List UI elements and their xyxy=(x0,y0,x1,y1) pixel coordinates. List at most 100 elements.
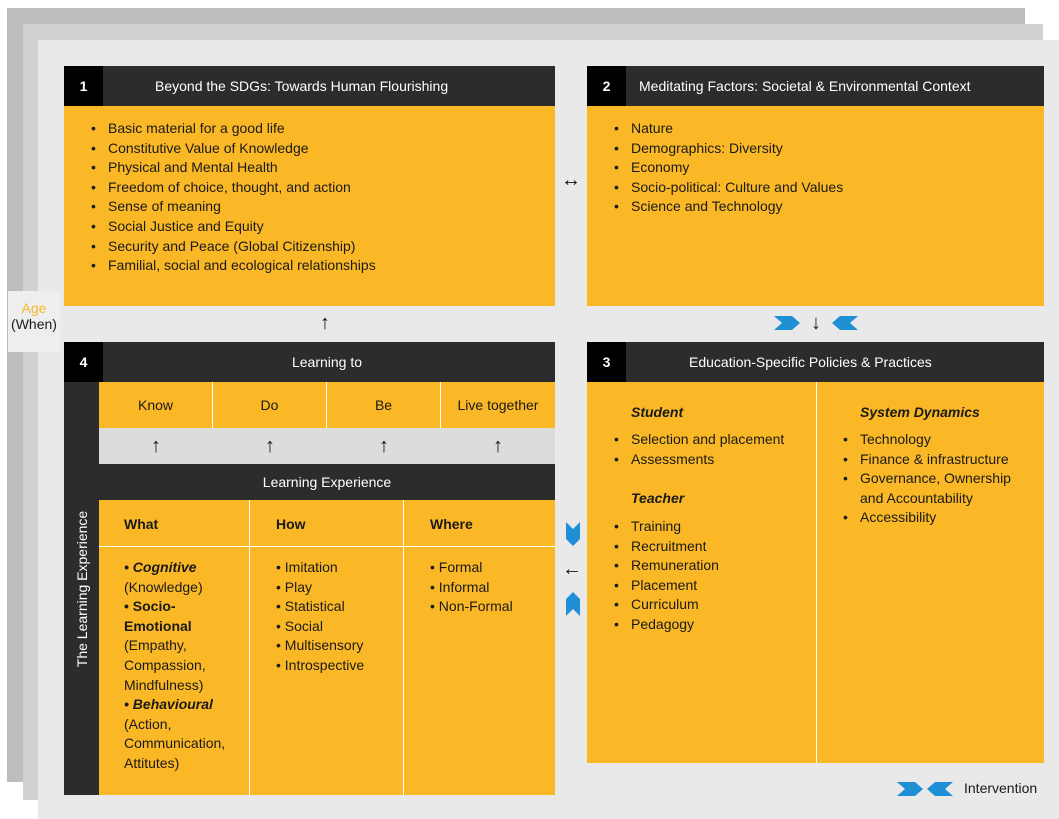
what-emotional: Emotional xyxy=(124,617,192,634)
left-arrow-3-to-4: ← xyxy=(562,557,582,580)
teacher-item: Curriculum xyxy=(614,595,719,615)
panel-3-number: 3 xyxy=(587,342,626,382)
what-socio: Socio- xyxy=(132,598,176,615)
how-item: • Introspective xyxy=(276,656,365,673)
system-dynamics-heading: System Dynamics xyxy=(860,404,980,420)
panel-1-item: Freedom of choice, thought, and action xyxy=(91,178,376,198)
how-list: • Imitation • Play • Statistical • Social • … xyxy=(276,558,364,676)
teacher-item: Remuneration xyxy=(614,556,719,576)
what-cognitive: Cognitive xyxy=(132,559,197,575)
what-action: (Action, xyxy=(124,715,172,732)
system-item: Finance & infrastructure xyxy=(843,450,1011,470)
age-when-label: Age (When) xyxy=(8,291,60,352)
panel-1-item: Physical and Mental Health xyxy=(91,158,376,178)
teacher-heading: Teacher xyxy=(631,490,685,506)
panel-2-item: Nature xyxy=(614,119,843,139)
what-attitutes: Attitutes) xyxy=(124,754,180,771)
panel-1-item: Sense of meaning xyxy=(91,197,376,217)
panel-2-list: NatureDemographics: DiversityEconomySoci… xyxy=(614,119,843,217)
what-compassion: Compassion, xyxy=(124,656,206,673)
panel-1-title: Beyond the SDGs: Towards Human Flourishi… xyxy=(155,78,449,94)
pillar-live-together: Live together xyxy=(441,382,555,428)
panel-2-item: Science and Technology xyxy=(614,197,843,217)
pillar-be: Be xyxy=(327,382,441,428)
how-item: • Statistical xyxy=(276,598,345,615)
how-item-text: Play xyxy=(284,578,313,595)
panel-1-list: Basic material for a good lifeConstituti… xyxy=(91,119,376,276)
panel-1-item: Familial, social and ecological relation… xyxy=(91,256,376,276)
panel-1-number: 1 xyxy=(64,66,103,106)
what-list: • Cognitive (Knowledge) • Socio- Emotion… xyxy=(124,558,248,774)
intervention-chevron-up-icon xyxy=(566,592,580,616)
learning-experience-body: What How Where • Cognitive (Knowledge) •… xyxy=(99,500,555,795)
pillar-arrow-do: ↑ xyxy=(265,434,275,457)
bidirectional-arrow: ↔ xyxy=(561,168,581,191)
panel-3-divider xyxy=(816,382,817,763)
intervention-chevron-right-icon xyxy=(774,316,800,330)
pillar-arrows-row: ↑ ↑ ↑ ↑ xyxy=(99,428,555,464)
panel-2-body: NatureDemographics: DiversityEconomySoci… xyxy=(587,106,1044,306)
where-item-text: Non-Formal xyxy=(438,598,513,615)
system-item: Technology xyxy=(843,430,1011,450)
how-item: • Imitation xyxy=(276,559,338,575)
pillar-do: Do xyxy=(213,382,327,428)
teacher-item: Recruitment xyxy=(614,537,719,557)
how-item-text: Social xyxy=(284,617,323,634)
pillar-arrow-know: ↑ xyxy=(151,434,161,457)
panel-3-body: Student Selection and placementAssessmen… xyxy=(587,382,1044,763)
pillar-arrow-be: ↑ xyxy=(379,434,389,457)
panel-4-header: 4 Learning to xyxy=(64,342,555,382)
legend-label: Intervention xyxy=(964,780,1038,796)
age-label: Age xyxy=(21,300,47,316)
panel-2-title: Meditating Factors: Societal & Environme… xyxy=(639,78,971,94)
system-item: Accessibility xyxy=(843,508,1011,528)
panel-1-item: Security and Peace (Global Citizenship) xyxy=(91,237,376,257)
student-item: Assessments xyxy=(614,450,784,470)
how-item-text: Multisensory xyxy=(284,637,364,654)
intervention-chevron-down-icon xyxy=(566,522,580,546)
what-empathy: (Empathy, xyxy=(124,637,187,654)
panel-3-header: 3 Education-Specific Policies & Practice… xyxy=(587,342,1044,382)
how-item-text: Introspective xyxy=(284,656,365,673)
teacher-item: Pedagogy xyxy=(614,615,719,635)
pillar-arrow-live-together: ↑ xyxy=(493,434,503,457)
learning-experience-vertical-label: The Learning Experience xyxy=(64,382,99,795)
system-item: Governance, Ownership xyxy=(843,469,1011,489)
down-arrow-2-to-3: ↓ xyxy=(811,311,821,334)
where-item-text: Informal xyxy=(438,578,490,595)
legend-chevron-left-icon xyxy=(927,782,953,796)
how-item-text: Statistical xyxy=(284,598,345,615)
what-mindfulness: Mindfulness) xyxy=(124,676,204,693)
how-item: • Play xyxy=(276,578,313,595)
panel-2-header: 2 Meditating Factors: Societal & Environ… xyxy=(587,66,1044,106)
legend-chevron-right-icon xyxy=(897,782,923,796)
what-knowledge: (Knowledge) xyxy=(124,578,203,595)
how-item: • Multisensory xyxy=(276,637,364,654)
vertical-label-text: The Learning Experience xyxy=(73,510,90,667)
intervention-chevron-left-icon xyxy=(832,316,858,330)
where-heading: Where xyxy=(430,516,473,532)
teacher-list: TrainingRecruitmentRemunerationPlacement… xyxy=(614,517,719,635)
panel-4-title: Learning to xyxy=(291,354,363,370)
what-heading: What xyxy=(124,516,159,532)
teacher-item: Placement xyxy=(614,576,719,596)
panel-1-header: 1 Beyond the SDGs: Towards Human Flouris… xyxy=(64,66,555,106)
where-item: • Informal xyxy=(430,578,490,595)
where-list: • Formal • Informal • Non-Formal xyxy=(430,558,513,617)
panel-2-number: 2 xyxy=(587,66,626,106)
panel-2-item: Socio-political: Culture and Values xyxy=(614,178,843,198)
student-item: Selection and placement xyxy=(614,430,784,450)
panel-1-item: Social Justice and Equity xyxy=(91,217,376,237)
how-heading: How xyxy=(276,516,306,532)
how-item-text: Imitation xyxy=(284,559,338,575)
system-item-continued: and Accountability xyxy=(860,489,973,506)
column-divider xyxy=(403,500,404,795)
panel-2-item: Economy xyxy=(614,158,843,178)
pillar-know: Know xyxy=(99,382,213,428)
panel-3-title: Education-Specific Policies & Practices xyxy=(689,354,932,370)
panel-1-body: Basic material for a good lifeConstituti… xyxy=(64,106,555,306)
when-label: (When) xyxy=(11,316,57,332)
where-item: • Non-Formal xyxy=(430,598,513,615)
what-behavioural: Behavioural xyxy=(132,696,213,713)
panel-4-number: 4 xyxy=(64,342,103,382)
